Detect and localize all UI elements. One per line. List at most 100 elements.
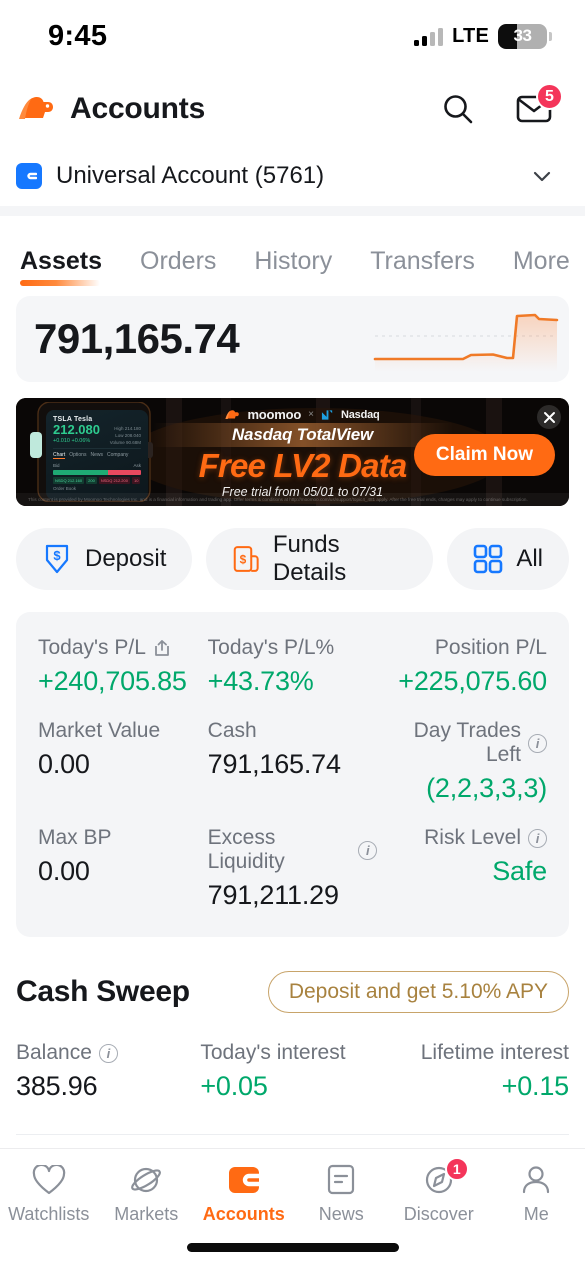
stat-label: Today's P/L [38,636,146,659]
search-icon[interactable] [437,88,479,130]
sweep-value: +0.05 [200,1071,268,1101]
cellular-signal-icon [414,27,444,46]
nav-item-accounts[interactable]: Accounts [195,1163,293,1225]
moomoo-bull-logo-icon [225,409,240,419]
banner-brand-left: moomoo [247,407,302,423]
mock-orderbook-label: Order Book [53,485,77,491]
tab-transfers[interactable]: Transfers [370,247,475,288]
wallet-icon [228,1163,260,1197]
stat-max-bp: Max BP 0.00 [38,826,208,911]
sweep-balance: Balance i 385.96 [16,1041,200,1102]
svg-text:$: $ [53,548,61,563]
balance-card[interactable]: 791,165.74 [16,296,569,382]
stat-excess-liquidity: Excess Liquidity i 791,211.29 [208,826,378,911]
apy-promo-button[interactable]: Deposit and get 5.10% APY [267,971,569,1013]
banner-copy: moomoo × Nasdaq Nasdaq TotalView Free LV… [152,398,453,506]
stat-label: Excess Liquidity [207,826,285,873]
tab-assets[interactable]: Assets [20,247,102,288]
info-icon[interactable]: i [528,828,547,848]
nav-item-watchlists[interactable]: Watchlists [0,1163,98,1225]
stat-value: 791,211.29 [207,880,339,910]
nav-item-discover[interactable]: 1 Discover [390,1157,488,1225]
deposit-button[interactable]: $ Deposit [16,528,193,590]
stat-market-value: Market Value 0.00 [38,719,208,804]
all-button[interactable]: All [447,528,569,590]
battery-icon: 33 [498,23,552,49]
deposit-arrow-icon: $ [45,544,69,574]
grid-all-icon [474,544,503,574]
stat-value: +225,075.60 [398,666,547,696]
nav-item-markets[interactable]: Markets [98,1163,196,1225]
nav-item-news[interactable]: News [293,1163,391,1225]
chevron-down-icon[interactable] [529,163,555,189]
info-icon[interactable]: i [98,1043,118,1063]
quick-actions: $ Deposit $ Funds Details All [0,506,585,590]
sweep-label: Today's interest [200,1041,346,1064]
balance-sparkline-chart [373,313,559,372]
cash-sweep-title: Cash Sweep [16,975,190,1008]
mail-badge: 5 [536,83,563,110]
assets-tabbar: Assets Orders History Transfers More [0,216,585,288]
nav-item-me[interactable]: Me [488,1163,585,1225]
stat-value: Safe [492,856,547,886]
banner-brand-separator: × [308,409,314,421]
stat-day-trades-left: Day Trades Left i (2,2,3,3,3) [377,719,548,804]
sweep-value: +0.15 [501,1071,570,1101]
claim-now-button[interactable]: Claim Now [413,434,555,476]
nav-label: Discover [403,1204,474,1224]
section-separator [16,1134,569,1135]
stat-todays-pl-percent: Today's P/L% +43.73% [208,636,378,697]
nav-label: Markets [114,1204,179,1224]
banner-headline: Free LV2 Data [198,447,408,485]
stat-value: 791,165.74 [207,749,341,779]
stat-label: Today's P/L% [207,636,335,659]
account-selector[interactable]: Universal Account (5761) [0,146,585,206]
sweep-label: Balance [16,1041,92,1064]
sweep-label: Lifetime interest [420,1041,569,1064]
stat-label: Risk Level [424,826,521,849]
stat-value: +240,705.85 [38,666,187,696]
nav-label: Accounts [202,1204,285,1224]
funds-details-label: Funds Details [272,531,347,586]
stat-label: Day Trades Left [413,719,521,766]
stat-label: Market Value [38,719,161,742]
nav-label: News [318,1204,364,1224]
mock-quote-rows: NSDQ 212.160 200 NSDQ 212.200 10 [53,476,141,484]
svg-text:$: $ [240,553,247,567]
status-bar: 9:45 LTE 33 [0,0,585,72]
stat-value: 0.00 [38,749,90,779]
promo-banner[interactable]: TSLA Tesla 212.080 +0.010 +0.06% High 21… [16,398,569,506]
tab-history[interactable]: History [254,247,332,288]
close-icon[interactable] [537,405,561,429]
banner-eyebrow-band: Nasdaq TotalView [152,423,453,448]
news-document-icon [326,1163,356,1197]
mail-icon[interactable]: 5 [513,83,563,130]
stat-label: Position P/L [434,636,547,659]
banner-brand-right: Nasdaq [340,408,380,421]
mock-tabs: Chart Options News Company [53,447,141,459]
cash-sweep-grid: Balance i 385.96 Today's interest +0.05 … [16,1041,569,1102]
account-stats-grid: Today's P/L +240,705.85 Today's P/L% +43… [38,636,547,911]
mock-bid-ask-labels: Bid Ask [53,462,141,468]
stat-todays-pl: Today's P/L +240,705.85 [38,636,208,697]
app-header: Accounts 5 [0,72,585,146]
deposit-label: Deposit [85,545,167,572]
moomoo-bull-logo-icon [19,96,53,119]
stat-value: 0.00 [38,856,90,886]
funds-details-button[interactable]: $ Funds Details [206,528,434,590]
stat-position-pl: Position P/L +225,075.60 [377,636,547,697]
cash-sweep-section: Cash Sweep Deposit and get 5.10% APY Bal… [0,937,585,1135]
info-icon[interactable]: i [528,733,547,753]
account-name-label: Universal Account (5761) [56,162,325,189]
app-screen: 9:45 LTE 33 Accounts 5 Universal Account… [0,0,585,1266]
tab-more[interactable]: More [513,247,570,288]
share-icon[interactable] [153,638,173,658]
banner-legal-text: This content is provided by Moomoo Techn… [16,493,569,506]
cash-sweep-header: Cash Sweep Deposit and get 5.10% APY [16,971,569,1013]
section-divider [0,206,585,216]
all-label: All [516,545,543,572]
network-type-label: LTE [452,24,489,47]
tab-orders[interactable]: Orders [140,247,216,288]
stat-cash: Cash 791,165.74 [208,719,378,804]
info-icon[interactable]: i [358,840,378,860]
